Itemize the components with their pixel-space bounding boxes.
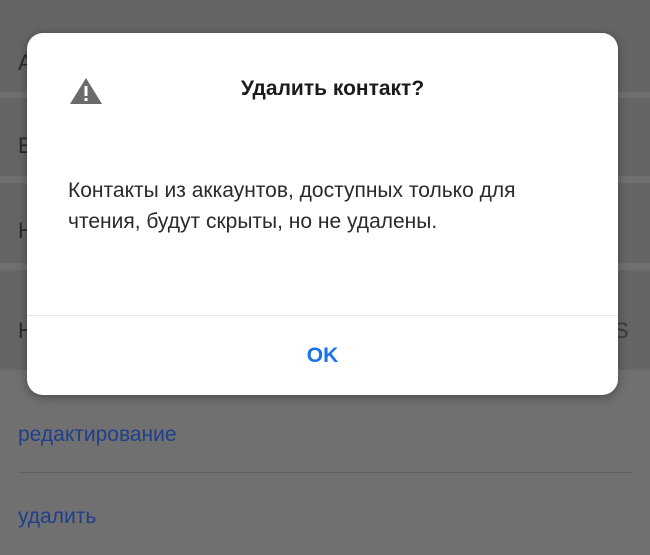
dialog-title: Удалить контакт? [240,77,425,100]
delete-contact-dialog: Удалить контакт? Контакты из аккаунтов, … [27,33,618,395]
delete-link[interactable]: удалить [18,505,96,529]
ok-button[interactable]: OK [27,316,618,395]
dialog-message: Контакты из аккаунтов, доступных только … [68,179,516,233]
background-divider [18,472,632,473]
edit-link[interactable]: редактирование [18,423,177,447]
